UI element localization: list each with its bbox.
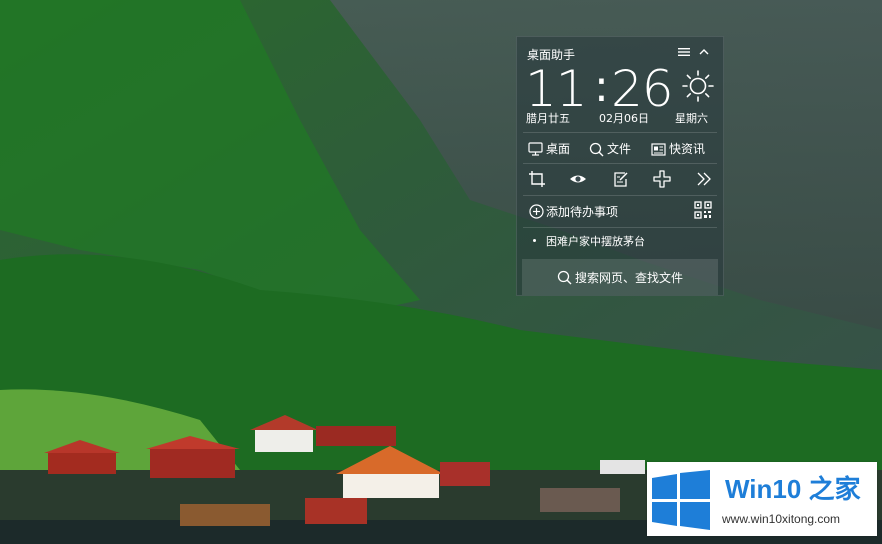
divider: [523, 163, 717, 164]
lunar-date: 腊月廿五: [526, 112, 570, 125]
crop-icon[interactable]: [528, 170, 546, 188]
add-todo-button[interactable]: 添加待办事项: [529, 202, 618, 220]
windows-logo-icon: [652, 470, 710, 530]
date-label: 02月06日: [599, 112, 649, 125]
weekday-label: 星期六: [675, 112, 708, 125]
clock: 11 : 26: [525, 60, 715, 118]
chevron-up-icon[interactable]: [697, 45, 711, 59]
watermark-brand-en: Win10: [725, 474, 802, 504]
divider: [523, 132, 717, 133]
add-todo-label: 添加待办事项: [546, 204, 619, 219]
menu-icon[interactable]: [677, 45, 691, 59]
quick-link-news[interactable]: 快资讯: [651, 140, 705, 158]
divider: [523, 195, 717, 196]
desktop-assistant-widget: 桌面助手 11 : 26 腊月廿五 02月06日 星期六 桌面 文件 快资讯 添…: [516, 36, 724, 296]
news-item[interactable]: 困难户家中摆放茅台: [533, 235, 645, 249]
watermark-url: www.win10xitong.com: [722, 512, 841, 526]
watermark-brand-zh: 之家: [808, 475, 861, 505]
qr-code-icon[interactable]: [694, 201, 712, 219]
sun-icon[interactable]: [681, 69, 715, 103]
search-bar-label: 搜索网页、查找文件: [574, 270, 683, 285]
widget-header: 桌面助手: [527, 44, 715, 62]
search-icon: [589, 142, 604, 156]
double-chevron-right-icon[interactable]: [695, 170, 713, 188]
news-icon: [651, 142, 666, 156]
watermark-brand: Win10 之家: [725, 474, 861, 505]
bullet: [533, 238, 536, 242]
quick-link-desktop[interactable]: 桌面: [528, 140, 570, 158]
clock-colon: :: [594, 61, 609, 112]
search-icon: [557, 270, 572, 284]
quick-link-label: 桌面: [546, 142, 571, 156]
add-circle-icon: [529, 203, 544, 219]
quick-link-files[interactable]: 文件: [589, 140, 631, 158]
plus-flower-icon[interactable]: [653, 170, 671, 188]
clock-minute: 26: [611, 60, 674, 118]
quick-link-label: 快资讯: [669, 142, 706, 156]
eye-icon[interactable]: [569, 170, 587, 188]
clock-hour: 11: [525, 60, 588, 118]
edit-icon[interactable]: [612, 170, 630, 188]
divider: [523, 227, 717, 228]
news-item-text: 困难户家中摆放茅台: [546, 235, 645, 248]
monitor-icon: [528, 142, 543, 156]
quick-link-label: 文件: [607, 142, 632, 156]
win10-watermark: Win10 之家 www.win10xitong.com: [647, 462, 877, 536]
search-bar[interactable]: 搜索网页、查找文件: [522, 259, 718, 295]
